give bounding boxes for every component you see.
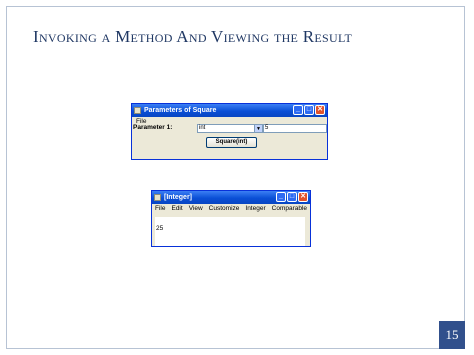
result-window: [Integer] _ □ ✕ File Edit View Customize… — [151, 190, 311, 247]
slide-frame — [6, 6, 465, 349]
invoke-square-button[interactable]: Square(int) — [206, 137, 257, 148]
result-window-titlebar[interactable]: [Integer] _ □ ✕ — [152, 191, 310, 204]
maximize-icon[interactable]: □ — [287, 192, 297, 202]
parameter-row: Parameter 1: int ▼ 5 — [133, 124, 327, 133]
close-icon[interactable]: ✕ — [315, 105, 325, 115]
parameter-label: Parameter 1: — [133, 124, 173, 131]
menu-customize[interactable]: Customize — [209, 205, 240, 212]
app-icon — [154, 194, 161, 201]
menu-file[interactable]: File — [155, 205, 165, 212]
parameters-window-title: Parameters of Square — [144, 107, 217, 114]
maximize-icon[interactable]: □ — [304, 105, 314, 115]
result-menubar: File Edit View Customize Integer Compara… — [152, 204, 310, 213]
result-value: 25 — [156, 225, 164, 232]
menu-comparable[interactable]: Comparable — [272, 205, 307, 212]
menu-edit[interactable]: Edit — [171, 205, 182, 212]
window-controls: _ □ ✕ — [276, 192, 308, 202]
parameters-window: Parameters of Square _ □ ✕ File Paramete… — [131, 103, 328, 160]
window-controls: _ □ ✕ — [293, 105, 325, 115]
close-icon[interactable]: ✕ — [298, 192, 308, 202]
page-number-badge: 15 — [439, 321, 465, 349]
chevron-down-icon[interactable]: ▼ — [254, 124, 263, 133]
parameter-type-select[interactable]: int — [197, 124, 262, 133]
parameter-value-input[interactable]: 5 — [263, 124, 327, 133]
result-window-title: [Integer] — [164, 194, 192, 201]
menu-integer[interactable]: Integer — [245, 205, 265, 212]
minimize-icon[interactable]: _ — [276, 192, 286, 202]
result-display: 25 — [155, 217, 305, 246]
minimize-icon[interactable]: _ — [293, 105, 303, 115]
slide-title: Invoking a Method And Viewing the Result — [33, 27, 353, 46]
menu-view[interactable]: View — [189, 205, 203, 212]
parameters-window-titlebar[interactable]: Parameters of Square _ □ ✕ — [132, 104, 327, 117]
app-icon — [134, 107, 141, 114]
